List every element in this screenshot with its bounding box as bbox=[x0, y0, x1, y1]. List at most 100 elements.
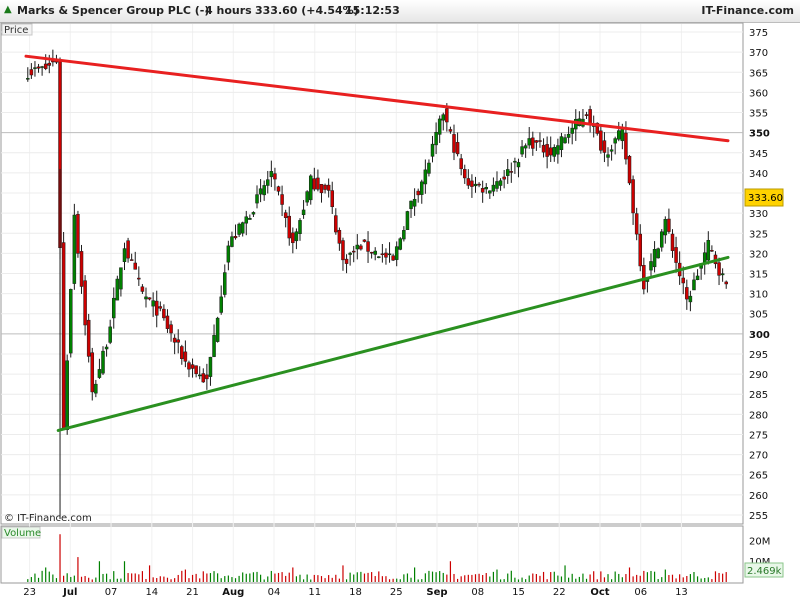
candle-body bbox=[291, 232, 295, 244]
candle-body bbox=[108, 326, 112, 343]
candle-body bbox=[652, 249, 657, 268]
y-tick-label: 275 bbox=[749, 430, 768, 441]
candle-body bbox=[659, 231, 664, 248]
candle-body bbox=[720, 273, 725, 276]
x-tick-label: 22 bbox=[553, 587, 566, 598]
candle-body bbox=[423, 169, 428, 185]
candle-body bbox=[237, 223, 241, 235]
x-tick-label: 07 bbox=[105, 587, 118, 598]
candle-body bbox=[276, 186, 281, 192]
candle-body bbox=[369, 251, 374, 254]
candle-body bbox=[398, 238, 403, 250]
candle-body bbox=[126, 240, 130, 259]
candle-body bbox=[498, 180, 503, 186]
candle-body bbox=[527, 138, 531, 146]
y-tick-label: 315 bbox=[749, 270, 768, 281]
candle-body bbox=[409, 200, 413, 209]
candle-body bbox=[72, 214, 77, 284]
y-tick-label: 270 bbox=[749, 451, 768, 462]
y-tick-label: 325 bbox=[749, 229, 768, 240]
candle-body bbox=[627, 155, 632, 184]
candle-body bbox=[502, 176, 506, 180]
candle-body bbox=[83, 280, 87, 326]
last-price-text: 333.60 bbox=[748, 193, 783, 204]
candle-body bbox=[323, 184, 327, 190]
candle-body bbox=[36, 66, 41, 69]
candle-body bbox=[154, 300, 159, 316]
candle-body bbox=[445, 108, 449, 123]
candle-body bbox=[65, 360, 69, 430]
candle-body bbox=[266, 179, 270, 186]
candle-body bbox=[248, 218, 252, 220]
candle-body bbox=[477, 183, 481, 186]
candle-body bbox=[402, 230, 406, 240]
candle-body bbox=[380, 253, 385, 256]
y-tick-label: 260 bbox=[749, 491, 768, 502]
candle-body bbox=[670, 233, 675, 251]
x-tick-label: 18 bbox=[349, 587, 362, 598]
y-tick-label: 365 bbox=[749, 68, 768, 79]
candle-body bbox=[215, 317, 220, 342]
candle-body bbox=[104, 346, 109, 350]
candle-body bbox=[613, 138, 617, 144]
candle-body bbox=[491, 184, 496, 192]
candle-body bbox=[405, 211, 410, 230]
candle-body bbox=[115, 278, 120, 301]
price-panel-label: Price bbox=[4, 25, 28, 36]
candle-body bbox=[412, 198, 417, 207]
candle-body bbox=[394, 246, 399, 260]
candle-body bbox=[434, 132, 438, 146]
candle-body bbox=[552, 147, 557, 157]
candle-body bbox=[326, 184, 331, 191]
candle-body bbox=[86, 319, 91, 357]
candle-body bbox=[466, 178, 471, 186]
candle-body bbox=[172, 337, 177, 343]
candle-body bbox=[373, 250, 377, 255]
candle-body bbox=[606, 154, 610, 158]
volume-tick-label: 20M bbox=[749, 536, 770, 547]
candle-body bbox=[706, 240, 711, 261]
candle-body bbox=[488, 190, 492, 194]
candle-body bbox=[76, 214, 80, 254]
y-tick-label: 265 bbox=[749, 471, 768, 482]
candle-body bbox=[473, 183, 478, 187]
candle-body bbox=[26, 78, 30, 80]
candle-body bbox=[122, 248, 127, 262]
candle-body bbox=[391, 255, 395, 261]
candle-body bbox=[459, 158, 463, 170]
candle-body bbox=[455, 142, 460, 155]
candle-body bbox=[133, 262, 137, 270]
y-tick-label: 290 bbox=[749, 370, 768, 381]
watermark: © IT-Finance.com bbox=[4, 513, 92, 524]
candle-body bbox=[162, 308, 166, 319]
candle-body bbox=[688, 295, 693, 303]
candle-body bbox=[602, 140, 607, 153]
x-tick-label: 11 bbox=[308, 587, 321, 598]
candle-body bbox=[316, 177, 320, 190]
candle-body bbox=[294, 231, 299, 242]
candle-body bbox=[384, 252, 388, 258]
candle-body bbox=[566, 133, 571, 138]
candle-body bbox=[523, 145, 528, 149]
candle-body bbox=[448, 129, 453, 132]
candle-body bbox=[724, 281, 728, 285]
y-tick-label: 330 bbox=[749, 209, 768, 220]
candle-body bbox=[420, 181, 424, 195]
candle-body bbox=[509, 171, 514, 173]
x-tick-label: 15 bbox=[512, 587, 525, 598]
candle-body bbox=[663, 219, 668, 236]
candle-body bbox=[620, 127, 625, 142]
candle-body bbox=[609, 149, 614, 152]
y-tick-label: 295 bbox=[749, 350, 768, 361]
y-tick-label: 285 bbox=[749, 390, 768, 401]
candle-body bbox=[94, 383, 98, 394]
candle-body bbox=[341, 240, 345, 261]
y-tick-label: 320 bbox=[749, 249, 768, 260]
candle-body bbox=[251, 212, 256, 215]
y-tick-label: 360 bbox=[749, 88, 768, 99]
candle-body bbox=[280, 194, 284, 205]
candle-body bbox=[244, 216, 249, 224]
candle-body bbox=[359, 245, 363, 250]
candle-body bbox=[90, 352, 95, 393]
candle-body bbox=[180, 346, 184, 360]
